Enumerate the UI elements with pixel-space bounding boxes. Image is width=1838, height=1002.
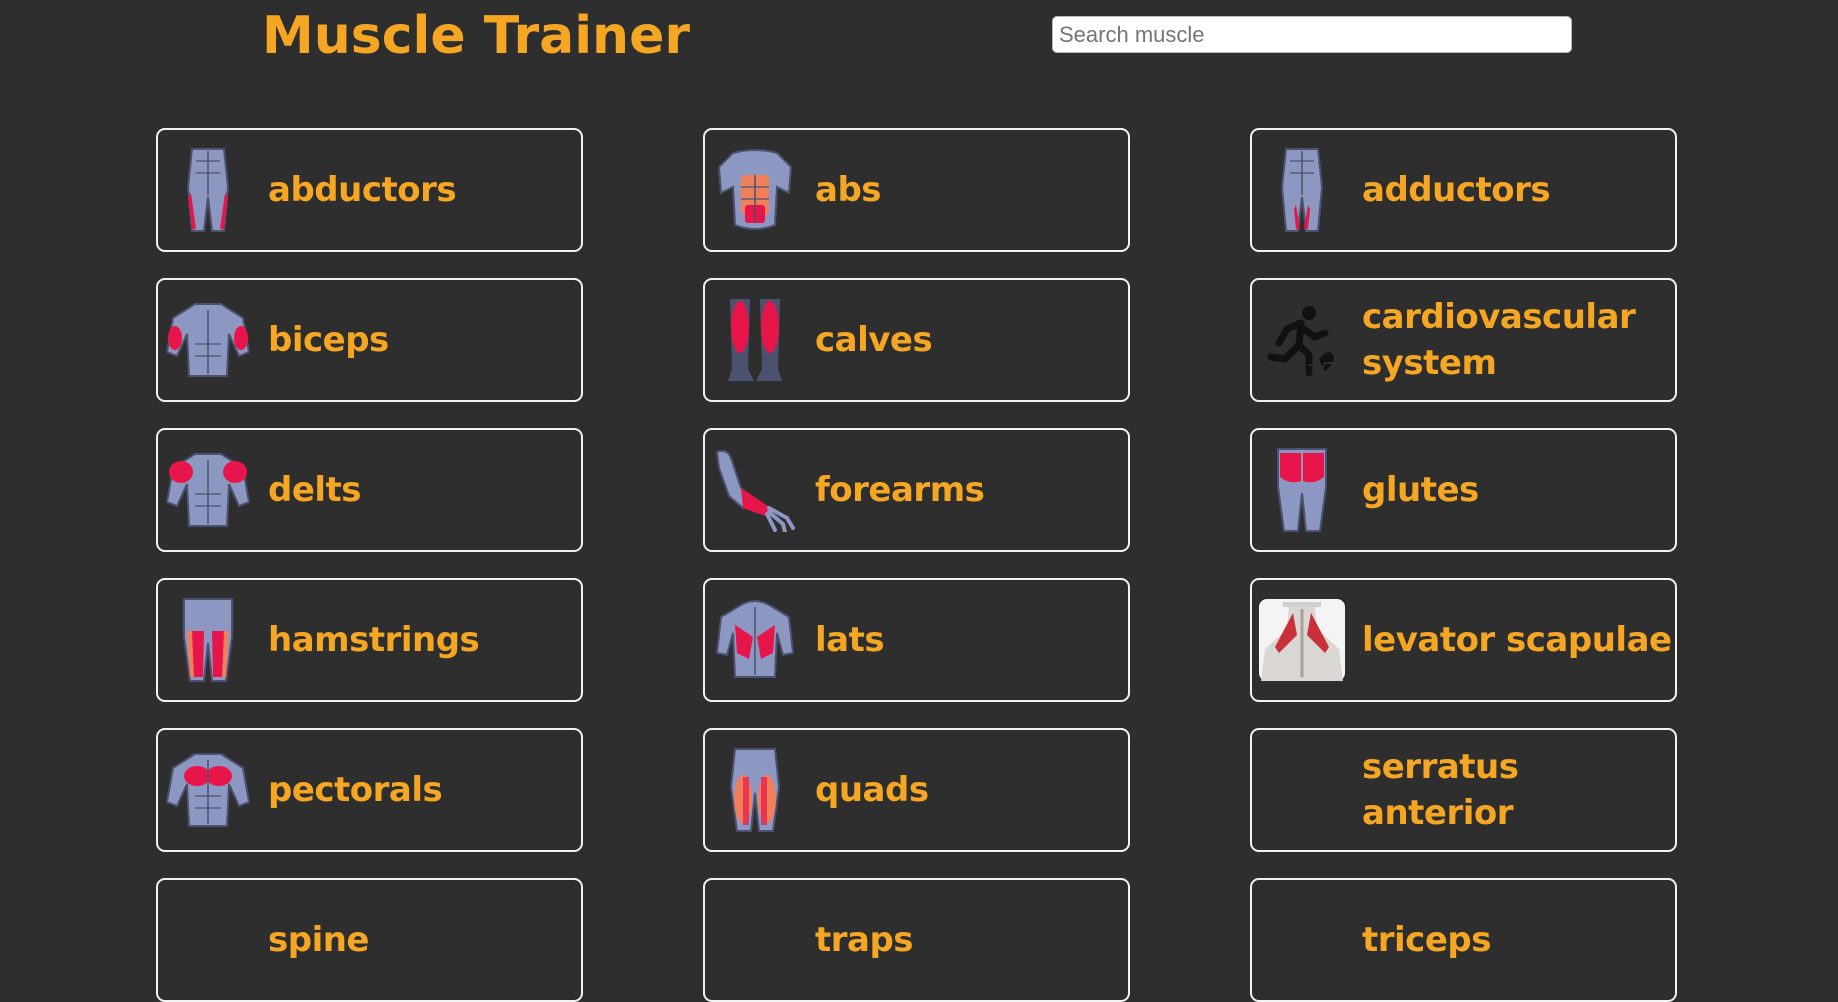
delts-icon <box>164 446 252 534</box>
calves-icon <box>711 296 799 384</box>
muscle-card-cardiovascular-system[interactable]: cardiovascular system <box>1250 278 1677 402</box>
muscle-card-abductors[interactable]: abductors <box>156 128 583 252</box>
muscle-card-label: spine <box>268 920 370 960</box>
muscle-card-pectorals[interactable]: pectorals <box>156 728 583 852</box>
muscle-card-abs[interactable]: abs <box>703 128 1130 252</box>
adductors-icon <box>1258 146 1346 234</box>
muscle-card-label: biceps <box>268 320 389 360</box>
muscle-card-label: levator scapulae <box>1362 620 1672 660</box>
forearms-icon <box>711 446 799 534</box>
muscle-card-traps[interactable]: traps <box>703 878 1130 1002</box>
cardio-runner-icon <box>1258 296 1346 384</box>
muscle-card-label: lats <box>815 620 885 660</box>
app-title: Muscle Trainer <box>262 6 690 66</box>
muscle-card-serratus-anterior[interactable]: serratus anterior <box>1250 728 1677 852</box>
muscle-card-biceps[interactable]: biceps <box>156 278 583 402</box>
muscle-grid: abductors abs adductors biceps calves ca… <box>156 128 1677 1002</box>
glutes-icon <box>1258 446 1346 534</box>
muscle-card-label: serratus anterior <box>1362 747 1519 833</box>
muscle-card-forearms[interactable]: forearms <box>703 428 1130 552</box>
muscle-card-glutes[interactable]: glutes <box>1250 428 1677 552</box>
search-input[interactable] <box>1052 16 1572 53</box>
muscle-card-adductors[interactable]: adductors <box>1250 128 1677 252</box>
header: Muscle Trainer <box>0 0 1838 100</box>
muscle-card-label: hamstrings <box>268 620 480 660</box>
muscle-card-label: cardiovascular system <box>1362 297 1636 383</box>
muscle-card-spine[interactable]: spine <box>156 878 583 1002</box>
biceps-icon <box>164 296 252 384</box>
levator-scapulae-photo <box>1258 596 1346 684</box>
muscle-card-label: pectorals <box>268 770 443 810</box>
quads-icon <box>711 746 799 834</box>
muscle-card-triceps[interactable]: triceps <box>1250 878 1677 1002</box>
muscle-card-label: glutes <box>1362 470 1479 510</box>
muscle-card-quads[interactable]: quads <box>703 728 1130 852</box>
muscle-card-hamstrings[interactable]: hamstrings <box>156 578 583 702</box>
abductors-icon <box>164 146 252 234</box>
lats-icon <box>711 596 799 684</box>
muscle-card-label: triceps <box>1362 920 1491 960</box>
muscle-card-label: forearms <box>815 470 985 510</box>
muscle-card-label: delts <box>268 470 362 510</box>
abs-icon <box>711 146 799 234</box>
muscle-card-label: abductors <box>268 170 457 210</box>
serratus-anterior-icon-placeholder <box>1258 746 1346 834</box>
muscle-card-label: adductors <box>1362 170 1551 210</box>
muscle-card-lats[interactable]: lats <box>703 578 1130 702</box>
muscle-card-delts[interactable]: delts <box>156 428 583 552</box>
hamstrings-icon <box>164 596 252 684</box>
muscle-card-label: traps <box>815 920 914 960</box>
muscle-card-label: abs <box>815 170 882 210</box>
muscle-card-label: quads <box>815 770 929 810</box>
muscle-card-levator-scapulae[interactable]: levator scapulae <box>1250 578 1677 702</box>
pectorals-icon <box>164 746 252 834</box>
muscle-card-label: calves <box>815 320 933 360</box>
muscle-card-calves[interactable]: calves <box>703 278 1130 402</box>
